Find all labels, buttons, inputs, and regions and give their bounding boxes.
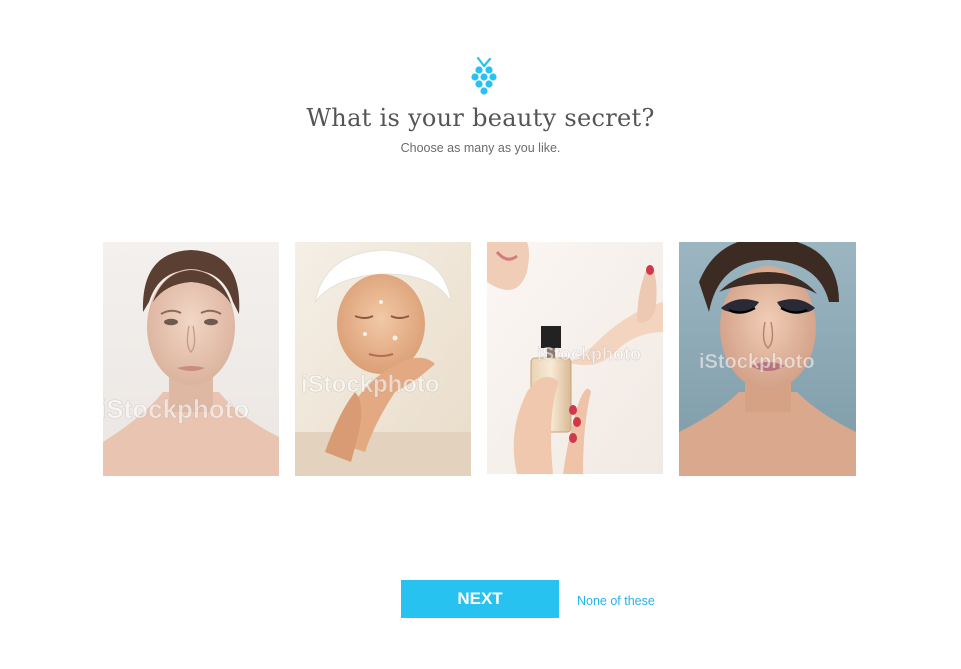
page-subtitle: Choose as many as you like. bbox=[400, 141, 561, 155]
grape-icon bbox=[469, 56, 499, 98]
photo-face-wash-icon: iStockphoto bbox=[295, 242, 471, 476]
svg-text:iStockphoto: iStockphoto bbox=[537, 344, 641, 364]
photo-makeup-icon: iStockphoto bbox=[679, 242, 856, 476]
onboarding-page: What is your beauty secret? Choose as ma… bbox=[0, 0, 961, 669]
option-grid: iStockphoto iStockphoto iStockphoto iSto… bbox=[103, 242, 863, 478]
option-perfume[interactable]: iStockphoto bbox=[487, 242, 663, 474]
next-button[interactable]: NEXT bbox=[401, 580, 559, 618]
svg-text:iStockphoto: iStockphoto bbox=[699, 351, 815, 373]
none-of-these-link[interactable]: None of these bbox=[577, 594, 655, 608]
option-makeup[interactable]: iStockphoto bbox=[679, 242, 856, 476]
option-natural-skin[interactable]: iStockphoto bbox=[103, 242, 279, 476]
svg-text:iStockphoto: iStockphoto bbox=[301, 371, 440, 398]
photo-natural-skin-icon: iStockphoto bbox=[103, 242, 279, 476]
svg-text:iStockphoto: iStockphoto bbox=[103, 394, 249, 424]
photo-perfume-icon: iStockphoto bbox=[487, 242, 663, 474]
page-title: What is your beauty secret? bbox=[306, 104, 655, 132]
option-face-wash[interactable]: iStockphoto bbox=[295, 242, 471, 476]
